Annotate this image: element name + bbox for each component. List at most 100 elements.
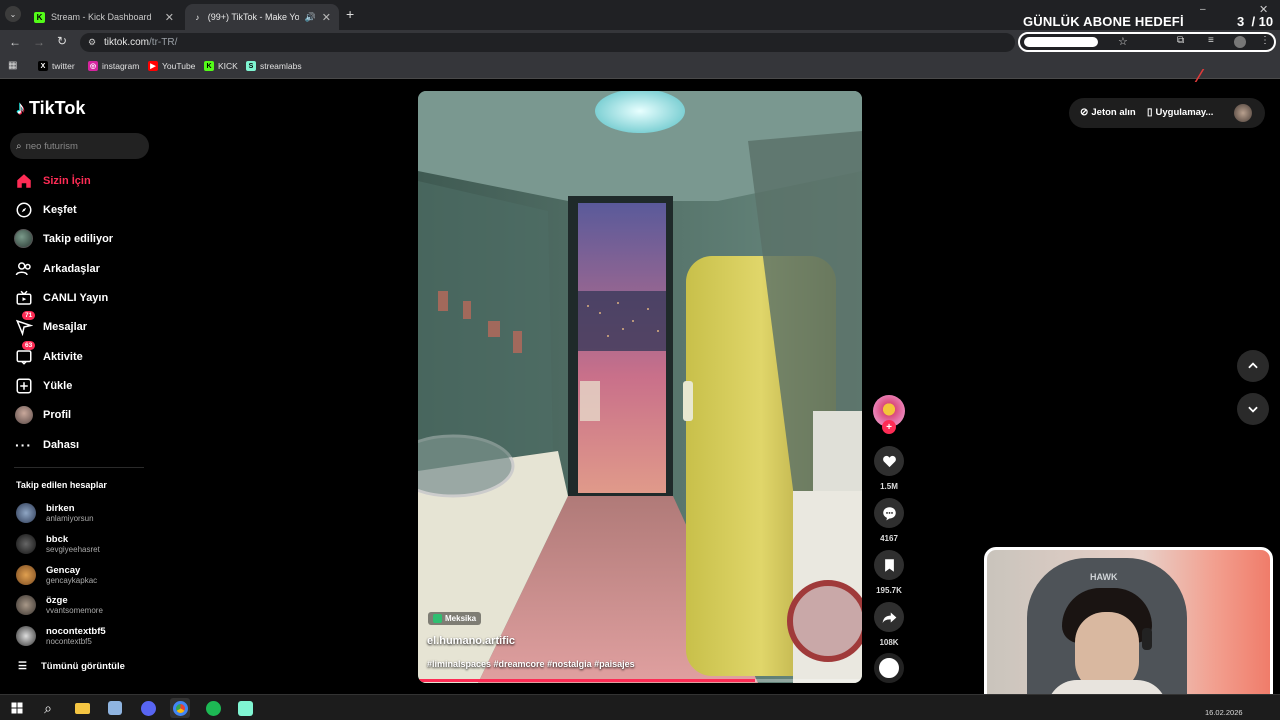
sidebar-divider (14, 467, 144, 468)
video-player[interactable]: Meksika el.humano.artific #liminalspaces… (418, 91, 862, 683)
save-button[interactable] (874, 550, 904, 580)
nav-label: Dahası (43, 438, 80, 451)
nav-label: Keşfet (43, 203, 77, 216)
next-video-button[interactable] (1237, 393, 1269, 425)
close-tab-icon[interactable]: ✕ (165, 11, 174, 24)
account-username: anlamiyorsun (46, 514, 94, 523)
profile-avatar-icon[interactable] (1234, 36, 1246, 48)
address-bar[interactable]: ⚙ tiktok.com/tr-TR/ (80, 33, 1015, 52)
app-icon[interactable] (105, 698, 125, 718)
streamlabs-icon: S (246, 61, 256, 71)
file-explorer-icon[interactable] (72, 698, 92, 718)
bookmark-instagram[interactable]: ◎ instagram (88, 61, 139, 71)
subscriber-goal-progress-fill (1024, 37, 1098, 47)
following-account-bbck[interactable]: bbck sevgiyeehasret (16, 534, 100, 554)
share-count: 108K (879, 638, 899, 647)
nav-upload[interactable]: Yükle (14, 376, 72, 395)
compass-icon (14, 200, 33, 219)
tiktok-favicon-icon: ♪ (195, 12, 200, 22)
following-avatar-icon (14, 229, 33, 248)
minimize-window-icon[interactable]: – (1200, 4, 1206, 15)
account-username: vvantsomemore (46, 606, 103, 615)
profile-icon (14, 405, 33, 424)
forward-icon[interactable]: → (33, 35, 45, 49)
webcam-overlay: HAWK (984, 547, 1273, 707)
tiktok-logo[interactable]: ♪ TikTok (16, 98, 85, 119)
video-author[interactable]: el.humano.artific (427, 635, 515, 647)
following-account-gencay[interactable]: Gencay gencaykapkac (16, 565, 97, 585)
activity-badge: 63 (22, 341, 36, 350)
account-name: bbck (46, 534, 69, 545)
tab-title: Stream - Kick Dashboard (51, 12, 152, 22)
share-button[interactable] (874, 602, 904, 632)
music-disc[interactable] (874, 653, 904, 683)
follow-plus-button[interactable]: + (882, 420, 896, 434)
apps-grid-icon[interactable]: ▦ (8, 60, 17, 71)
headset (1142, 628, 1152, 650)
audio-playing-icon[interactable]: 🔊 (305, 12, 316, 23)
see-all-label: Tümünü görüntüle (40, 661, 125, 672)
windows-taskbar: ⌕ 16.02.2026 (0, 694, 1280, 720)
url-host: tiktok.com (104, 37, 150, 48)
following-account-birken[interactable]: birken anlamiyorsun (16, 503, 94, 523)
nav-more[interactable]: ··· Dahası (14, 435, 79, 454)
get-app-label: Uygulamay... (1155, 107, 1214, 118)
media-control-icon[interactable]: ≡ (1208, 35, 1214, 46)
bookmark-twitter[interactable]: Xtwitter (38, 61, 75, 71)
video-hashtags[interactable]: #liminalspaces #dreamcore #nostalgia #pa… (427, 659, 635, 669)
phone-icon: ▯ (1147, 107, 1153, 118)
new-tab-button[interactable]: + (346, 6, 354, 22)
nav-live[interactable]: CANLI Yayın (14, 288, 108, 307)
nav-for-you[interactable]: Sizin İçin (14, 171, 91, 190)
following-section-title: Takip edilen hesaplar (16, 480, 107, 490)
back-icon[interactable]: ← (9, 35, 21, 49)
save-count: 195.7K (876, 586, 902, 595)
star-bookmark-icon[interactable]: ☆ (1118, 35, 1128, 48)
previous-video-button[interactable] (1237, 350, 1269, 382)
get-app-button[interactable]: ▯ Uygulamay... (1147, 107, 1213, 118)
search-icon[interactable]: ⌕ (38, 698, 58, 718)
chrome-icon[interactable] (170, 698, 190, 718)
nav-activity[interactable]: 63 Aktivite (14, 341, 83, 366)
discord-icon[interactable] (138, 698, 158, 718)
spotify-icon[interactable] (203, 698, 223, 718)
get-coins-button[interactable]: ⊘ Jeton alın (1080, 107, 1136, 118)
search-icon: ⌕ (16, 140, 22, 152)
bookmark-kick[interactable]: K KICK (204, 61, 238, 71)
nav-friends[interactable]: Arkadaşlar (14, 259, 100, 278)
site-info-icon[interactable]: ⚙ (88, 37, 96, 48)
location-pin-icon (433, 614, 442, 623)
bookmark-streamlabs[interactable]: Sstreamlabs (246, 61, 302, 71)
video-location-tag[interactable]: Meksika (428, 612, 482, 625)
streamlabs-icon[interactable] (235, 698, 255, 718)
nav-messages[interactable]: 71 Mesajlar (14, 311, 87, 336)
tab-tiktok[interactable]: ♪ (99+) TikTok - Make Your Da 🔊 ✕ (185, 4, 339, 30)
comment-button[interactable] (874, 498, 904, 528)
nav-explore[interactable]: Keşfet (14, 200, 77, 219)
following-account-nocontextbf5[interactable]: nocontextbf5 nocontextbf5 (16, 626, 106, 646)
extension-icon[interactable]: ⧉ (1177, 35, 1184, 46)
following-account-ozge[interactable]: özge vvantsomemore (16, 595, 103, 615)
like-button[interactable] (874, 446, 904, 476)
account-name: Gencay (46, 565, 81, 576)
user-avatar[interactable] (1234, 104, 1252, 122)
close-tab-icon[interactable]: ✕ (322, 11, 331, 24)
tab-search-button[interactable]: ⌄ (5, 6, 21, 22)
logo-brush-icon: ⁄ (1198, 66, 1202, 86)
browser-menu-icon[interactable]: ⋮ (1260, 35, 1270, 46)
reload-icon[interactable]: ↻ (57, 34, 67, 48)
search-input[interactable]: ⌕ neo futurism (10, 133, 149, 159)
bookmark-youtube[interactable]: ▶ YouTube (148, 61, 195, 71)
messages-icon: 71 (14, 311, 36, 336)
nav-label: CANLI Yayın (43, 291, 109, 304)
see-all-following-button[interactable]: ☰ Tümünü görüntüle (18, 661, 125, 672)
location-label: Meksika (445, 614, 477, 623)
avatar (16, 534, 36, 554)
tab-kick-dashboard[interactable]: K Stream - Kick Dashboard ✕ (26, 4, 182, 30)
chevron-up-icon (1248, 362, 1258, 369)
activity-icon: 63 (14, 341, 36, 366)
nav-following[interactable]: Takip ediliyor (14, 229, 113, 248)
windows-start-icon[interactable] (7, 698, 27, 718)
bookmark-label: KICK (218, 61, 238, 71)
nav-profile[interactable]: Profil (14, 405, 71, 424)
